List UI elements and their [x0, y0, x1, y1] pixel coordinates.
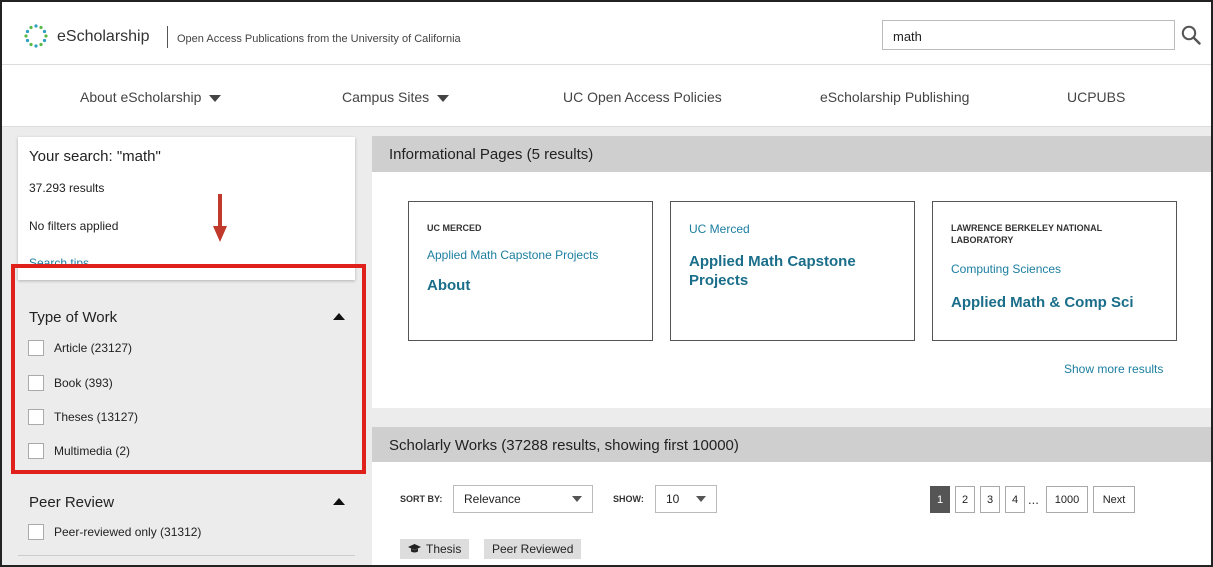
- show-count-value: 10: [666, 492, 680, 506]
- facet-option-label: Peer-reviewed only (31312): [54, 525, 202, 539]
- checkbox[interactable]: [28, 375, 44, 391]
- collapse-triangle-icon[interactable]: [333, 498, 345, 505]
- page: eScholarship Open Access Publications fr…: [0, 0, 1213, 567]
- checkbox[interactable]: [28, 443, 44, 459]
- card-unit-link[interactable]: Applied Math Capstone Projects: [427, 248, 598, 262]
- checkbox[interactable]: [28, 524, 44, 540]
- scholarly-works-header: Scholarly Works (37288 results, showing …: [372, 427, 1211, 463]
- page-last-button[interactable]: 1000: [1046, 486, 1088, 513]
- brand-name[interactable]: eScholarship: [57, 28, 150, 46]
- card-campus-link[interactable]: UC Merced: [689, 222, 750, 236]
- facet-option-peer-reviewed[interactable]: Peer-reviewed only (31312): [28, 522, 201, 542]
- collapse-triangle-icon[interactable]: [333, 313, 345, 320]
- card-campus: UC MERCED: [427, 223, 482, 233]
- informational-pages-header: Informational Pages (5 results): [372, 136, 1211, 172]
- checkbox[interactable]: [28, 340, 44, 356]
- annotation-arrow-icon: [213, 194, 227, 242]
- page-3-button[interactable]: 3: [980, 486, 1000, 513]
- facet-peer-review-title[interactable]: Peer Review: [29, 494, 114, 511]
- brand-tagline: Open Access Publications from the Univer…: [177, 33, 461, 45]
- nav-about[interactable]: About eScholarship: [80, 89, 222, 105]
- page-4-button[interactable]: 4: [1005, 486, 1025, 513]
- caret-down-icon: [209, 94, 222, 102]
- facet-option-theses[interactable]: Theses (13127): [28, 407, 138, 427]
- sort-by-value: Relevance: [464, 492, 521, 506]
- facet-option-book[interactable]: Book (393): [28, 373, 113, 393]
- escholarship-logo-icon[interactable]: [24, 24, 48, 48]
- facet-option-multimedia[interactable]: Multimedia (2): [28, 441, 130, 461]
- tag-thesis: Thesis: [400, 539, 470, 559]
- result-count: 37.293 results: [29, 181, 105, 195]
- nav-ucpubs[interactable]: UCPUBS: [1067, 89, 1125, 105]
- sidebar-divider: [18, 555, 355, 556]
- sort-by-select[interactable]: Relevance: [453, 485, 593, 513]
- show-count-select[interactable]: 10: [655, 485, 717, 513]
- search-button[interactable]: [1176, 20, 1206, 50]
- facet-type-of-work-title[interactable]: Type of Work: [29, 309, 117, 326]
- brand-divider: [167, 26, 168, 48]
- informational-pages-panel: UC MERCED Applied Math Capstone Projects…: [372, 172, 1211, 408]
- filters-status: No filters applied: [29, 219, 119, 233]
- facet-option-label: Article (23127): [54, 341, 133, 355]
- show-more-results-link[interactable]: Show more results: [1064, 362, 1163, 376]
- nav-campus-label: Campus Sites: [342, 89, 430, 105]
- show-label: SHOW:: [613, 494, 644, 504]
- info-card[interactable]: UC MERCED Applied Math Capstone Projects…: [408, 201, 653, 341]
- card-campus: LAWRENCE BERKELEY NATIONAL LABORATORY: [951, 223, 1103, 245]
- graduation-cap-icon: [408, 544, 421, 553]
- facet-option-article[interactable]: Article (23127): [28, 338, 132, 358]
- card-title-link[interactable]: Applied Math Capstone Projects: [689, 252, 899, 290]
- facet-option-label: Multimedia (2): [54, 444, 131, 458]
- nav-publishing[interactable]: eScholarship Publishing: [820, 89, 969, 105]
- info-card[interactable]: UC Merced Applied Math Capstone Projects: [670, 201, 915, 341]
- main-nav: About eScholarship Campus Sites UC Open …: [2, 65, 1211, 127]
- caret-down-icon: [696, 496, 706, 502]
- search-query-title: Your search: "math": [29, 148, 161, 165]
- scholarly-works-panel: SORT BY: Relevance SHOW: 10 1 2 3 4 ... …: [372, 462, 1211, 565]
- nav-oa-policies[interactable]: UC Open Access Policies: [563, 89, 722, 105]
- nav-about-label: About eScholarship: [80, 89, 202, 105]
- search-summary-panel: Your search: "math" 37.293 results No fi…: [18, 137, 355, 280]
- card-unit-link[interactable]: Computing Sciences: [951, 262, 1061, 276]
- pager-ellipsis: ...: [1028, 492, 1039, 507]
- page-1-button[interactable]: 1: [930, 486, 950, 513]
- search-icon: [1181, 25, 1201, 45]
- caret-down-icon: [572, 496, 582, 502]
- next-page-button[interactable]: Next: [1093, 486, 1135, 513]
- tag-peer-reviewed: Peer Reviewed: [484, 539, 582, 559]
- caret-down-icon: [437, 94, 450, 102]
- site-header: eScholarship Open Access Publications fr…: [2, 2, 1211, 65]
- search-input[interactable]: math: [882, 20, 1175, 50]
- facet-option-label: Theses (13127): [54, 410, 139, 424]
- info-card[interactable]: LAWRENCE BERKELEY NATIONAL LABORATORY Co…: [932, 201, 1177, 341]
- tag-thesis-label: Thesis: [426, 542, 462, 556]
- card-title-link[interactable]: About: [427, 276, 470, 295]
- card-title-link[interactable]: Applied Math & Comp Sci: [951, 293, 1134, 312]
- checkbox[interactable]: [28, 409, 44, 425]
- sort-by-label: SORT BY:: [400, 494, 443, 504]
- nav-campus-sites[interactable]: Campus Sites: [342, 89, 450, 105]
- facet-option-label: Book (393): [54, 376, 113, 390]
- page-2-button[interactable]: 2: [955, 486, 975, 513]
